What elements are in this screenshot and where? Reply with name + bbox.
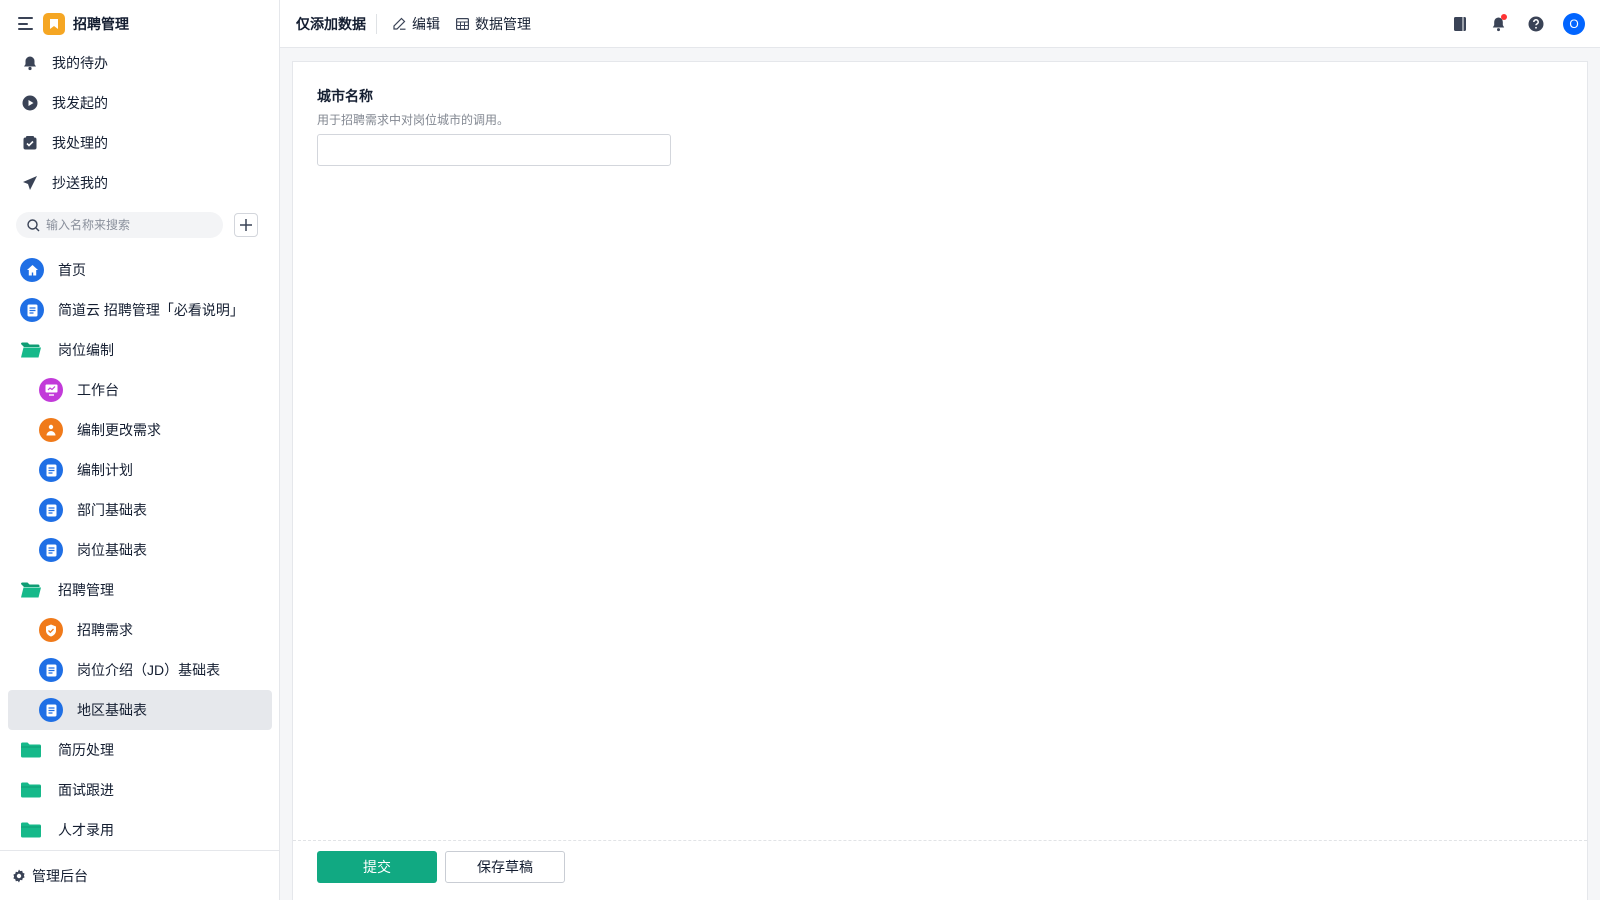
nav-item-label: 岗位介绍（JD）基础表 xyxy=(77,662,221,678)
nav-folder-interview[interactable]: 面试跟进 xyxy=(8,770,272,810)
menu-toggle-icon[interactable] xyxy=(18,17,33,30)
unread-dot xyxy=(1501,14,1507,20)
quick-item-label: 抄送我的 xyxy=(52,175,108,191)
nav-item-label: 招聘管理 xyxy=(58,582,114,598)
nav-item-label: 招聘需求 xyxy=(77,622,133,638)
nav-item-jd-table[interactable]: 岗位介绍（JD）基础表 xyxy=(8,650,272,690)
city-name-input[interactable] xyxy=(317,134,671,166)
dashboard-icon xyxy=(39,378,63,402)
save-draft-button[interactable]: 保存草稿 xyxy=(445,851,565,883)
form-card: 城市名称 用于招聘需求中对岗位城市的调用。 提交 保存草稿 xyxy=(292,61,1588,900)
app-logo-icon xyxy=(43,12,65,35)
quick-item-label: 我的待办 xyxy=(52,55,108,71)
nav-item-label: 岗位基础表 xyxy=(77,542,147,558)
search-icon xyxy=(27,218,40,231)
folder-icon xyxy=(20,822,42,838)
nav-item-workbench[interactable]: 工作台 xyxy=(8,370,272,410)
form-icon xyxy=(39,538,63,562)
sidebar-header: 招聘管理 xyxy=(0,0,279,47)
submit-button[interactable]: 提交 xyxy=(317,851,437,883)
field-description: 用于招聘需求中对岗位城市的调用。 xyxy=(317,113,510,127)
search-row xyxy=(16,212,258,238)
folder-open-icon xyxy=(20,342,42,358)
gear-icon xyxy=(13,869,25,882)
quick-links: 我的待办 我发起的 我处理的 抄送我的 xyxy=(0,43,279,203)
nav-item-home[interactable]: 首页 xyxy=(8,250,272,290)
app-title: 招聘管理 xyxy=(73,15,129,32)
nav-item-label: 地区基础表 xyxy=(77,702,147,718)
admin-link[interactable]: 管理后台 xyxy=(0,850,279,900)
sidebar: 招聘管理 我的待办 我发起的 我处理的 抄送我的 首页 xyxy=(0,0,280,900)
table-icon xyxy=(456,17,469,30)
page-title: 仅添加数据 xyxy=(296,13,377,34)
topbar-actions: O xyxy=(1434,12,1586,36)
notebook-icon[interactable] xyxy=(1448,12,1472,36)
help-icon[interactable] xyxy=(1524,12,1548,36)
quick-item-label: 我发起的 xyxy=(52,95,108,111)
nav-folder-position[interactable]: 岗位编制 xyxy=(8,330,272,370)
quick-item-cc[interactable]: 抄送我的 xyxy=(0,163,279,203)
nav-item-recruit-demand[interactable]: 招聘需求 xyxy=(8,610,272,650)
play-circle-icon xyxy=(22,95,38,111)
nav-item-guide[interactable]: 简道云 招聘管理「必看说明」 xyxy=(8,290,272,330)
form-icon xyxy=(39,658,63,682)
field-title: 城市名称 xyxy=(317,88,373,104)
bell-icon xyxy=(22,55,38,71)
nav-item-label: 简历处理 xyxy=(58,742,114,758)
nav-item-region-table[interactable]: 地区基础表 xyxy=(8,690,272,730)
add-button[interactable] xyxy=(234,213,258,237)
nav-item-staffing-change[interactable]: 编制更改需求 xyxy=(8,410,272,450)
nav-item-label: 部门基础表 xyxy=(77,502,147,518)
send-icon xyxy=(22,175,38,191)
edit-button[interactable]: 编辑 xyxy=(393,14,440,34)
nav-item-label: 岗位编制 xyxy=(58,342,114,358)
check-box-icon xyxy=(22,135,38,151)
notification-bell-icon[interactable] xyxy=(1486,12,1510,36)
flow-icon xyxy=(39,418,63,442)
nav-item-position-table[interactable]: 岗位基础表 xyxy=(8,530,272,570)
avatar[interactable]: O xyxy=(1562,12,1586,36)
avatar-initial: O xyxy=(1563,13,1585,35)
topbar: 仅添加数据 编辑 数据管理 O xyxy=(280,0,1600,48)
folder-icon xyxy=(20,742,42,758)
form-icon xyxy=(39,698,63,722)
quick-item-initiated[interactable]: 我发起的 xyxy=(0,83,279,123)
form-icon xyxy=(20,298,44,322)
folder-icon xyxy=(20,782,42,798)
admin-link-label: 管理后台 xyxy=(32,867,88,884)
quick-item-handled[interactable]: 我处理的 xyxy=(0,123,279,163)
nav-tree: 首页 简道云 招聘管理「必看说明」 岗位编制 工作台 编制更改需求 编制计划 部… xyxy=(0,250,280,850)
form-icon xyxy=(39,458,63,482)
form-footer: 提交 保存草稿 xyxy=(293,840,1587,900)
edit-button-label: 编辑 xyxy=(412,15,440,32)
nav-item-label: 面试跟进 xyxy=(58,782,114,798)
nav-item-label: 工作台 xyxy=(77,382,119,398)
home-icon xyxy=(20,258,44,282)
folder-open-icon xyxy=(20,582,42,598)
quick-item-todo[interactable]: 我的待办 xyxy=(0,43,279,83)
data-manage-label: 数据管理 xyxy=(475,15,531,32)
pencil-icon xyxy=(393,17,406,30)
quick-item-label: 我处理的 xyxy=(52,135,108,151)
nav-item-label: 编制计划 xyxy=(77,462,133,478)
nav-item-label: 首页 xyxy=(58,262,86,278)
nav-item-label: 简道云 招聘管理「必看说明」 xyxy=(58,302,244,318)
form-icon xyxy=(39,498,63,522)
nav-item-staffing-plan[interactable]: 编制计划 xyxy=(8,450,272,490)
nav-folder-recruitment[interactable]: 招聘管理 xyxy=(8,570,272,610)
search-box xyxy=(16,212,223,238)
nav-item-label: 人才录用 xyxy=(58,822,114,838)
city-name-field: 城市名称 用于招聘需求中对岗位城市的调用。 xyxy=(317,86,671,166)
nav-item-department-table[interactable]: 部门基础表 xyxy=(8,490,272,530)
nav-folder-hiring[interactable]: 人才录用 xyxy=(8,810,272,850)
plus-icon xyxy=(240,219,252,231)
data-manage-button[interactable]: 数据管理 xyxy=(456,14,531,34)
nav-folder-resume[interactable]: 简历处理 xyxy=(8,730,272,770)
search-input[interactable] xyxy=(46,218,206,232)
shield-icon xyxy=(39,618,63,642)
nav-item-label: 编制更改需求 xyxy=(77,422,161,438)
